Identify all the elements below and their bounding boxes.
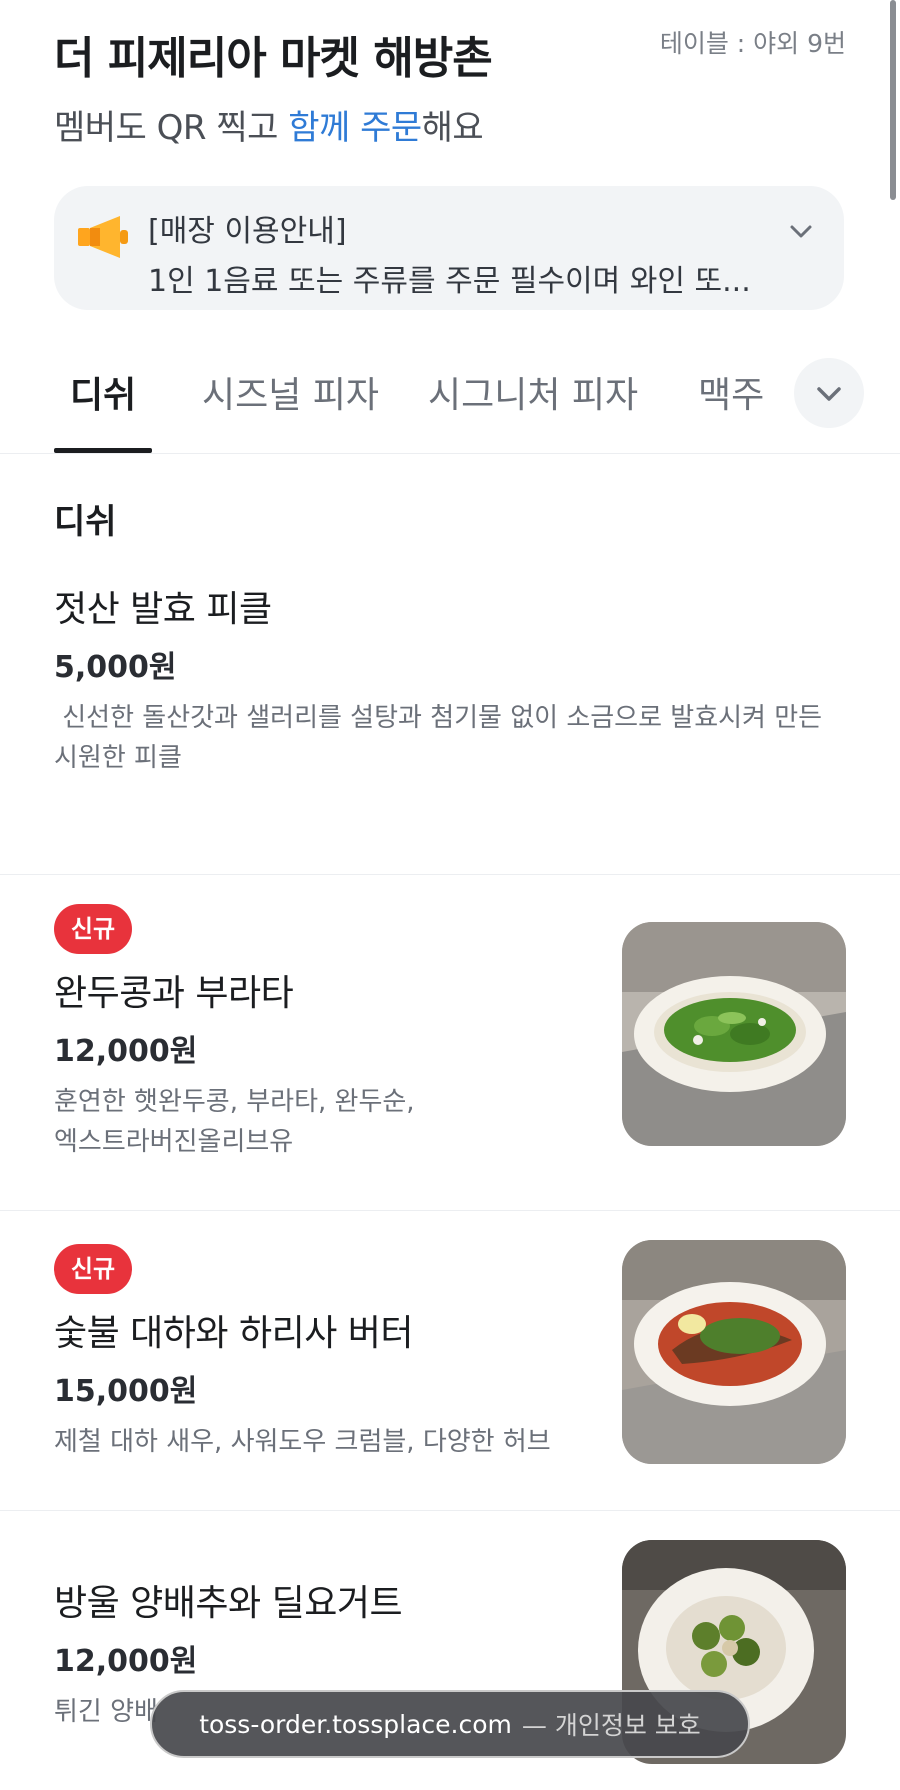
menu-item[interactable]: 신규 숯불 대하와 하리사 버터 15,000원 제철 대하 새우, 사워도우 … xyxy=(0,1240,900,1510)
megaphone-icon xyxy=(78,216,128,258)
order-together-subtitle: 멤버도 QR 찍고 함께 주문해요 xyxy=(54,100,484,149)
item-description-line: 신선한 돌산갓과 샐러리를 설탕과 첨기물 없이 소금으로 발효시켜 만든 xyxy=(54,703,823,733)
divider xyxy=(0,1210,900,1211)
active-tab-indicator xyxy=(54,448,152,453)
store-name: 더 피제리아 마켓 해방촌 xyxy=(54,33,493,84)
new-badge: 신규 xyxy=(54,904,132,954)
item-price: 5,000원 xyxy=(54,650,177,685)
expand-categories-button[interactable] xyxy=(794,358,864,428)
tab-dish[interactable]: 디쉬 xyxy=(70,366,136,418)
table-number: 테이블 : 야외 9번 xyxy=(659,29,846,58)
notice-heading: [매장 이용안내] xyxy=(148,214,347,249)
tab-beer[interactable]: 맥주 xyxy=(698,366,764,418)
item-name: 방울 양배추와 딜요거트 xyxy=(54,1583,403,1624)
item-description: 신선한 돌산갓과 샐러리를 설탕과 첨기물 없이 소금으로 발효시켜 만든 시원… xyxy=(54,698,822,778)
item-price: 12,000원 xyxy=(54,1034,198,1069)
store-header: 더 피제리아 마켓 해방촌 테이블 : 야외 9번 멤버도 QR 찍고 함께 주… xyxy=(0,0,900,320)
divider xyxy=(0,1510,900,1511)
privacy-label: — 개인정보 보호 xyxy=(521,1711,701,1740)
item-description: 훈연한 햇완두콩, 부라타, 완두순, 엑스트라버진올리브유 xyxy=(54,1082,415,1162)
browser-url-bar[interactable]: toss-order.tossplace.com — 개인정보 보호 xyxy=(150,1690,750,1758)
item-description: 튀긴 양배 xyxy=(54,1692,158,1732)
item-photo[interactable] xyxy=(622,922,846,1146)
scrollbar[interactable] xyxy=(890,0,896,200)
store-notice-banner[interactable]: [매장 이용안내] 1인 1음료 또는 주류를 주문 필수이며 와인 또... xyxy=(54,186,844,310)
section-title: 디쉬 xyxy=(54,502,117,542)
menu-item[interactable]: 젓산 발효 피클 5,000원 신선한 돌산갓과 샐러리를 설탕과 첨기물 없이… xyxy=(0,580,900,874)
item-price: 15,000원 xyxy=(54,1374,198,1409)
item-name: 젓산 발효 피클 xyxy=(54,589,272,630)
item-description-line: 제철 대하 새우, 사워도우 크럼블, 다양한 허브 xyxy=(54,1427,551,1457)
subtitle-prefix: 멤버도 QR 찍고 xyxy=(54,108,289,148)
subtitle-accent: 함께 주문 xyxy=(288,108,422,148)
menu-item[interactable]: 신규 완두콩과 부라타 12,000원 훈연한 햇완두콩, 부라타, 완두순, … xyxy=(0,904,900,1210)
item-name: 숯불 대하와 하리사 버터 xyxy=(54,1313,414,1354)
tab-signature-pizza[interactable]: 시그니처 피자 xyxy=(428,366,638,418)
item-description-line: 튀긴 양배 xyxy=(54,1697,158,1727)
tab-seasonal-pizza[interactable]: 시즈널 피자 xyxy=(202,366,379,418)
subtitle-suffix: 해요 xyxy=(421,108,484,148)
item-price: 12,000원 xyxy=(54,1644,198,1679)
item-description-line: 훈연한 햇완두콩, 부라타, 완두순, xyxy=(54,1087,415,1117)
category-tabs: 디쉬 시즈널 피자 시그니처 피자 맥주 xyxy=(0,340,900,454)
new-badge: 신규 xyxy=(54,1244,132,1294)
chevron-down-icon xyxy=(817,387,841,401)
item-description: 제철 대하 새우, 사워도우 크럼블, 다양한 허브 xyxy=(54,1422,551,1462)
item-description-line: 엑스트라버진올리브유 xyxy=(54,1127,294,1157)
item-name: 완두콩과 부라타 xyxy=(54,973,294,1014)
chevron-down-icon[interactable] xyxy=(786,216,816,246)
item-photo[interactable] xyxy=(622,1240,846,1464)
url-host: toss-order.tossplace.com xyxy=(199,1709,512,1739)
notice-body: 1인 1음료 또는 주류를 주문 필수이며 와인 또... xyxy=(148,264,751,299)
divider xyxy=(0,874,900,875)
item-description-line: 시원한 피클 xyxy=(54,743,182,773)
